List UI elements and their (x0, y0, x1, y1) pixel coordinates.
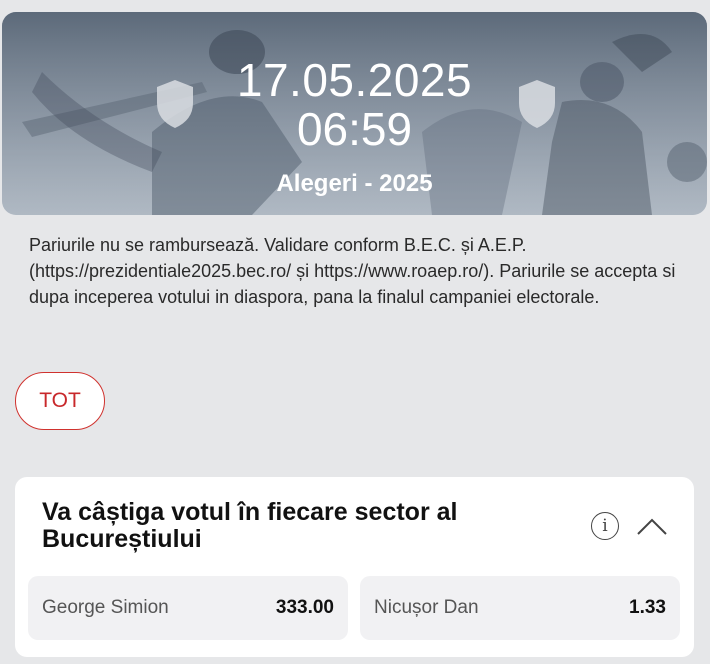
event-date: 17.05.2025 (236, 54, 473, 106)
market-card: Va câștiga votul în fiecare sector al Bu… (15, 477, 694, 657)
info-icon[interactable]: i (591, 512, 619, 540)
chevron-up-icon[interactable] (636, 516, 668, 536)
event-name: Alegeri - 2025 (276, 170, 433, 197)
outcome-button-nicusor-dan[interactable]: Nicușor Dan 1.33 (360, 576, 680, 640)
outcome-name: George Simion (42, 597, 169, 618)
betting-notice-text: Pariurile nu se rambursează. Validare co… (29, 235, 676, 307)
market-title: Va câștiga votul în fiecare sector al Bu… (42, 498, 458, 553)
filter-chip-all[interactable]: TOT (15, 372, 105, 430)
event-time: 06:59 (296, 103, 413, 155)
outcome-odds: 1.33 (629, 597, 666, 618)
outcome-button-george-simion[interactable]: George Simion 333.00 (28, 576, 348, 640)
outcome-name: Nicușor Dan (374, 597, 479, 618)
outcome-odds: 333.00 (275, 597, 334, 618)
event-header-banner: 17.05.2025 06:59 Alegeri - 2025 (2, 12, 707, 215)
